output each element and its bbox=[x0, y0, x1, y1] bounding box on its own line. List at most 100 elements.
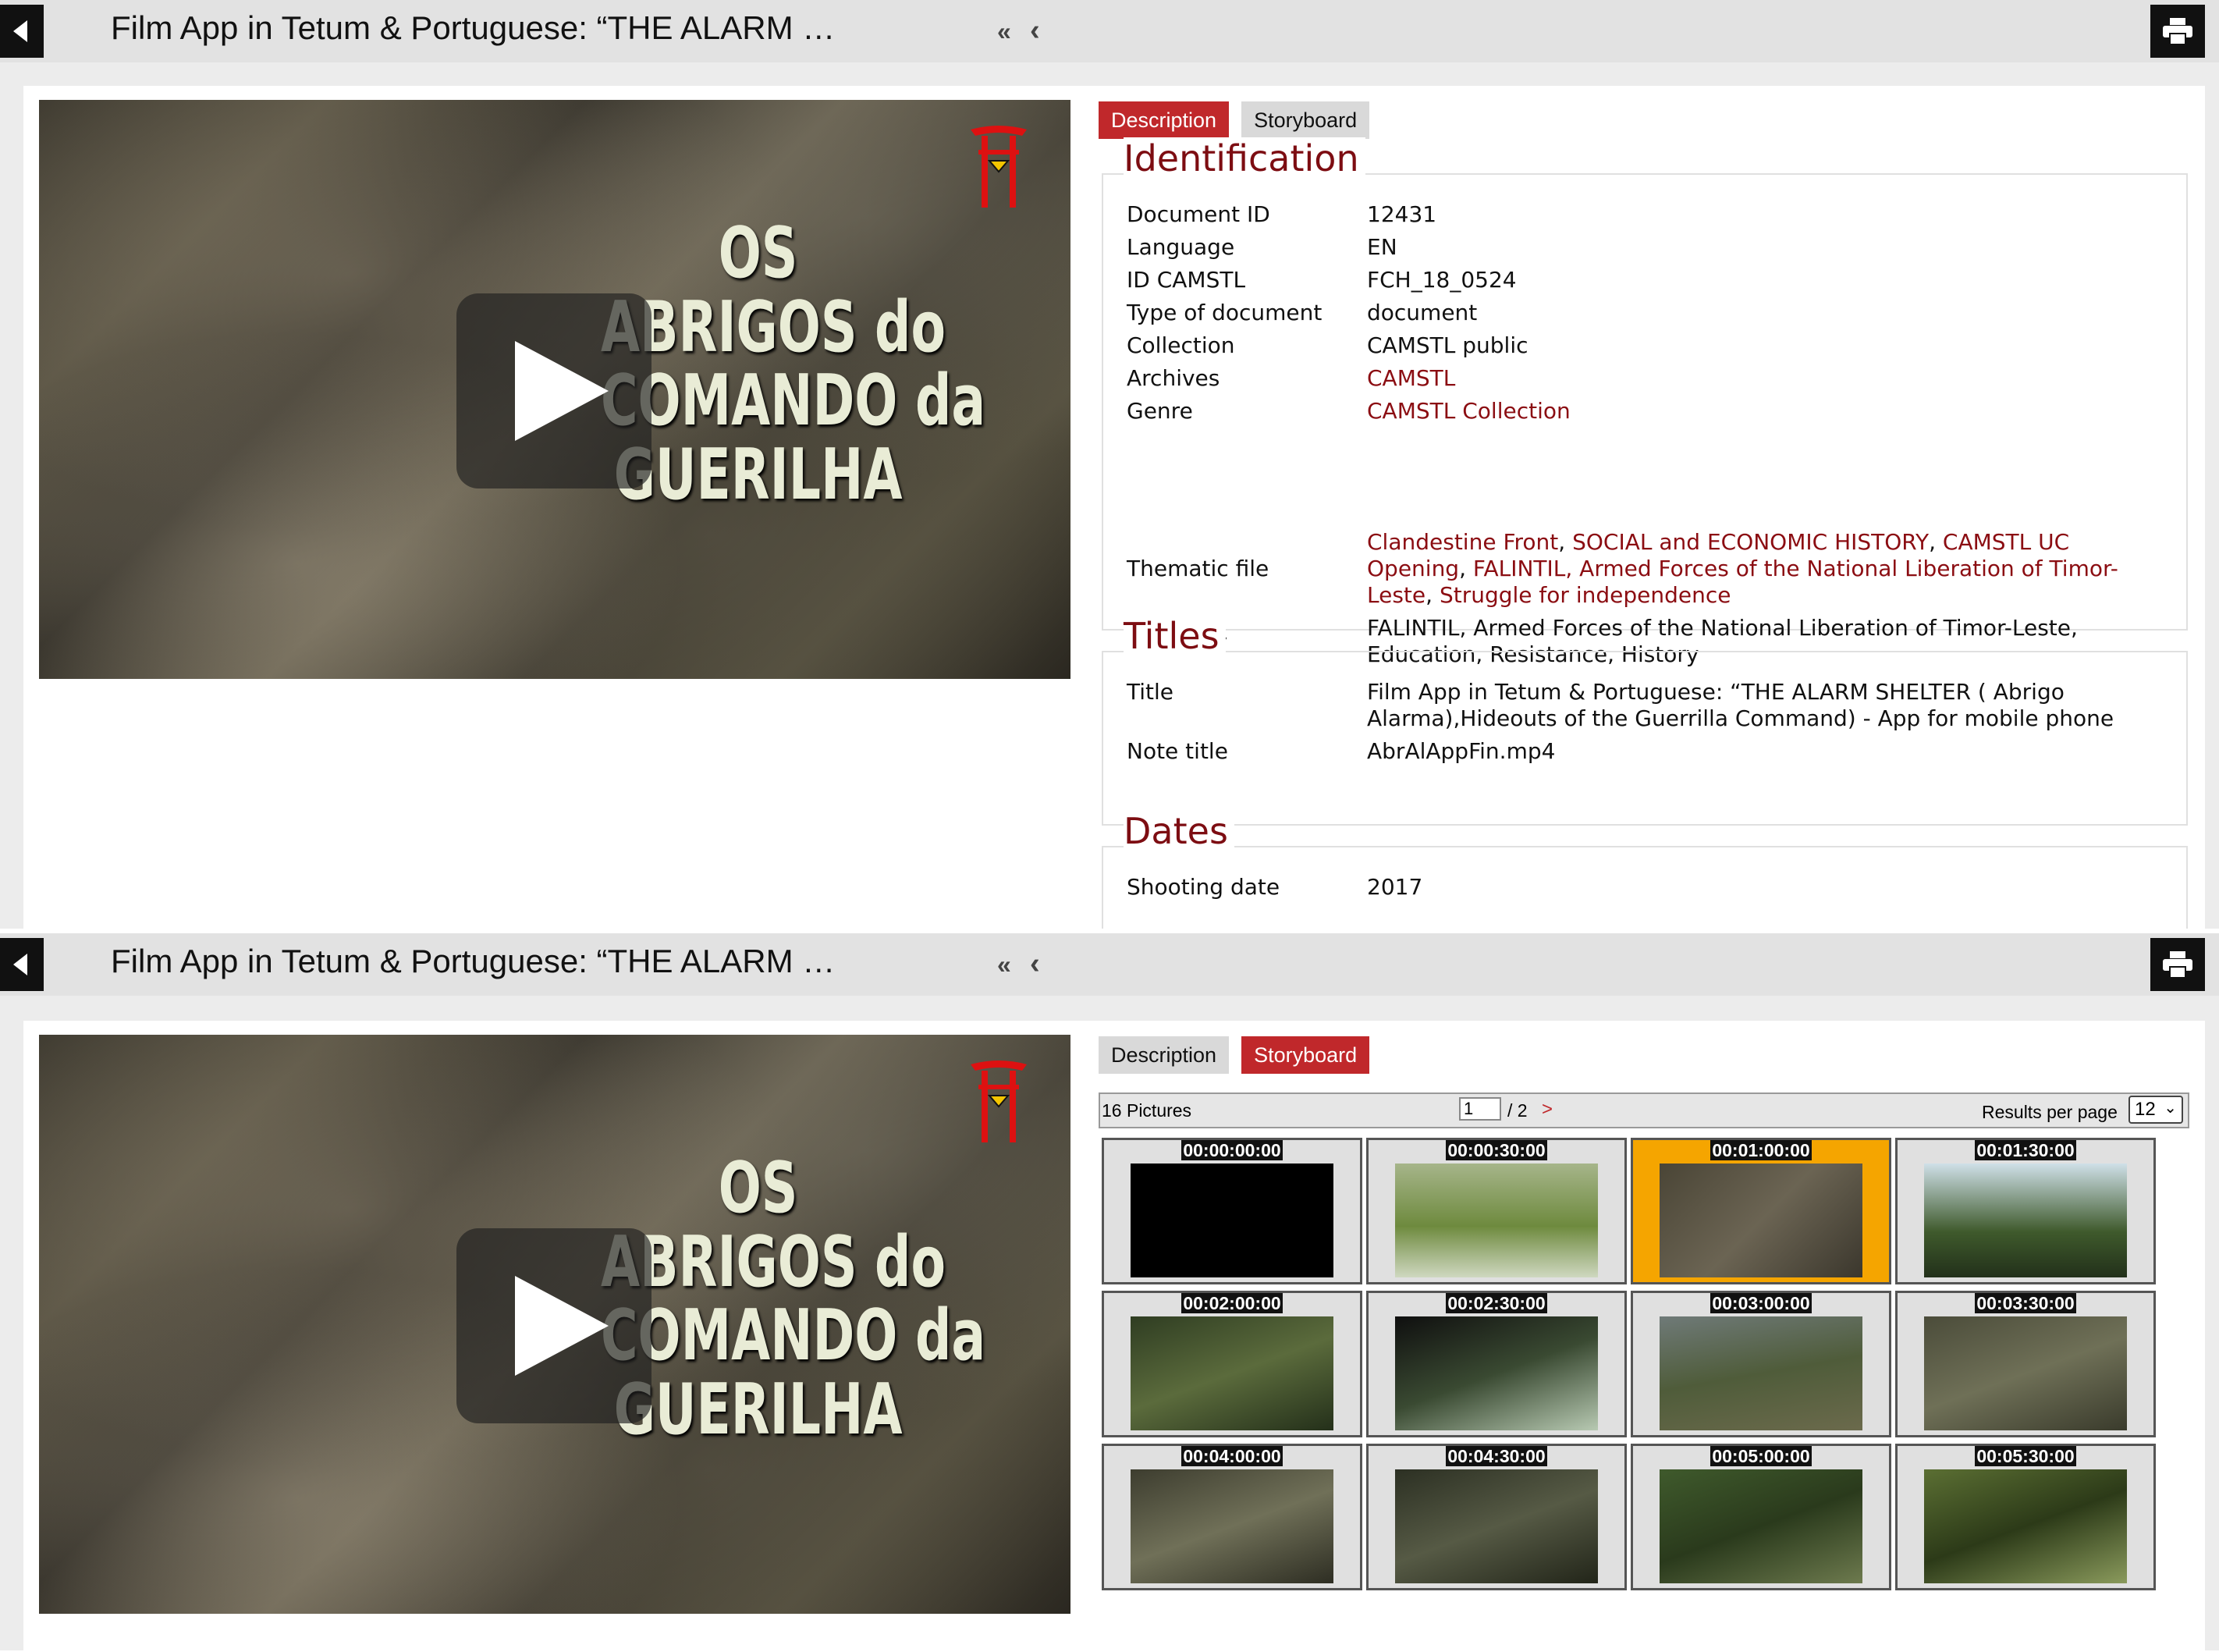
thumbnail-timecode: 00:03:30:00 bbox=[1975, 1293, 2076, 1313]
thematic-link[interactable]: Struggle for independence bbox=[1440, 582, 1731, 608]
field-label: Note title bbox=[1127, 738, 1228, 764]
video-player[interactable]: OS ABRIGOS do COMANDO da GUERILHA bbox=[39, 1035, 1070, 1614]
dates-section: Dates Shooting date 2017 bbox=[1102, 810, 2188, 932]
thumbnail-timecode-bar: 00:05:00:00 bbox=[1633, 1446, 1889, 1467]
play-button[interactable] bbox=[456, 293, 651, 488]
thumbnail-timecode-bar: 00:01:30:00 bbox=[1898, 1140, 2153, 1161]
section-heading: Dates bbox=[1124, 810, 1234, 852]
thumbnail-timecode: 00:02:00:00 bbox=[1181, 1293, 1283, 1313]
tab-bar: Description Storyboard bbox=[1099, 1036, 1382, 1074]
storyboard-thumbnail[interactable]: 00:00:30:00 bbox=[1366, 1138, 1627, 1284]
thumbnail-image bbox=[1660, 1164, 1862, 1277]
thematic-link[interactable]: SOCIAL and ECONOMIC HISTORY bbox=[1572, 529, 1929, 555]
field-label: Archives bbox=[1127, 365, 1220, 391]
titles-section: Titles Title Film App in Tetum & Portugu… bbox=[1102, 615, 2188, 826]
print-button[interactable] bbox=[2150, 938, 2205, 991]
field-link[interactable]: CAMSTL Collection bbox=[1367, 398, 2163, 425]
field-value: Clandestine Front, SOCIAL and ECONOMIC H… bbox=[1367, 529, 2118, 608]
header-bar: Film App in Tetum & Portuguese: “THE ALA… bbox=[0, 0, 2219, 62]
first-record-button[interactable]: « bbox=[997, 17, 1011, 46]
page-number-input[interactable]: 1 bbox=[1459, 1097, 1501, 1121]
thumbnail-timecode: 00:05:00:00 bbox=[1710, 1446, 1812, 1466]
storyboard-thumbnail[interactable]: 00:05:00:00 bbox=[1631, 1444, 1891, 1590]
thumbnail-image bbox=[1924, 1469, 2127, 1583]
field-label: Type of document bbox=[1127, 300, 1323, 325]
storyboard-thumbnail[interactable]: 00:05:30:00 bbox=[1895, 1444, 2156, 1590]
chevron-down-icon: ⌄ bbox=[2164, 1100, 2177, 1117]
description-view-panel: Film App in Tetum & Portuguese: “THE ALA… bbox=[0, 0, 2219, 932]
tab-storyboard[interactable]: Storyboard bbox=[1241, 101, 1370, 139]
field-value: 12431 bbox=[1367, 201, 1437, 227]
thumbnail-image bbox=[1660, 1316, 1862, 1430]
content-area: OS ABRIGOS do COMANDO da GUERILHA Descri… bbox=[23, 86, 2205, 932]
results-per-page-select[interactable]: 12 ⌄ bbox=[2128, 1096, 2183, 1124]
field-label: Document ID bbox=[1127, 201, 1270, 227]
thumbnail-timecode-bar: 00:00:00:00 bbox=[1104, 1140, 1360, 1161]
storyboard-thumbnail[interactable]: 00:04:30:00 bbox=[1366, 1444, 1627, 1590]
page-title: Film App in Tetum & Portuguese: “THE ALA… bbox=[111, 943, 836, 979]
section-heading: Titles bbox=[1124, 615, 1226, 657]
back-button[interactable] bbox=[0, 5, 44, 58]
video-title-line: OS bbox=[718, 212, 798, 294]
thumbnail-timecode-bar: 00:01:00:00 bbox=[1633, 1140, 1889, 1161]
storyboard-thumbnail[interactable]: 00:02:30:00 bbox=[1366, 1291, 1627, 1437]
print-icon bbox=[2163, 18, 2192, 44]
storyboard-thumbnail[interactable]: 00:01:00:00 bbox=[1631, 1138, 1891, 1284]
field-value: FCH_18_0524 bbox=[1367, 267, 1517, 293]
video-title-line: OS bbox=[718, 1147, 798, 1229]
previous-record-button[interactable]: ‹ bbox=[1030, 947, 1040, 981]
thumbnail-timecode-bar: 00:03:00:00 bbox=[1633, 1293, 1889, 1314]
back-icon bbox=[13, 20, 27, 42]
thumbnail-timecode: 00:02:30:00 bbox=[1446, 1293, 1547, 1313]
storyboard-thumbnail[interactable]: 00:03:30:00 bbox=[1895, 1291, 2156, 1437]
storyboard-thumbnail[interactable]: 00:03:00:00 bbox=[1631, 1291, 1891, 1437]
tab-storyboard[interactable]: Storyboard bbox=[1241, 1036, 1370, 1074]
storyboard-thumbnail[interactable]: 00:02:00:00 bbox=[1102, 1291, 1362, 1437]
thumbnail-timecode-bar: 00:05:30:00 bbox=[1898, 1446, 2153, 1467]
storyboard-thumbnail[interactable]: 00:00:00:00 bbox=[1102, 1138, 1362, 1284]
thumbnail-timecode: 00:01:00:00 bbox=[1710, 1140, 1812, 1160]
thumbnail-timecode: 00:04:00:00 bbox=[1181, 1446, 1283, 1466]
thumbnail-image bbox=[1924, 1316, 2127, 1430]
field-value: CAMSTL public bbox=[1367, 332, 1528, 358]
tab-bar: Description Storyboard bbox=[1099, 101, 1382, 139]
thumbnail-timecode-bar: 00:02:30:00 bbox=[1369, 1293, 1624, 1314]
field-label: Shooting date bbox=[1127, 874, 1280, 900]
thumbnail-timecode-bar: 00:02:00:00 bbox=[1104, 1293, 1360, 1314]
play-button[interactable] bbox=[456, 1228, 651, 1423]
first-record-button[interactable]: « bbox=[997, 950, 1011, 979]
tab-description[interactable]: Description bbox=[1099, 101, 1230, 139]
print-button[interactable] bbox=[2150, 5, 2205, 58]
section-heading: Identification bbox=[1124, 137, 1365, 179]
storyboard-thumbnail[interactable]: 00:04:00:00 bbox=[1102, 1444, 1362, 1590]
results-per-page-value: 12 bbox=[2135, 1099, 2156, 1120]
header-bar: Film App in Tetum & Portuguese: “THE ALA… bbox=[0, 933, 2219, 996]
thumbnail-timecode-bar: 00:04:30:00 bbox=[1369, 1446, 1624, 1467]
thumbnail-timecode: 00:04:30:00 bbox=[1446, 1446, 1547, 1466]
play-icon bbox=[515, 1276, 609, 1376]
storyboard-thumbnail[interactable]: 00:01:30:00 bbox=[1895, 1138, 2156, 1284]
field-label: Collection bbox=[1127, 332, 1235, 358]
section-border bbox=[1103, 846, 2186, 847]
field-value: document bbox=[1367, 300, 1478, 325]
previous-record-button[interactable]: ‹ bbox=[1030, 14, 1040, 48]
page-title: Film App in Tetum & Portuguese: “THE ALA… bbox=[111, 9, 836, 46]
field-label: Language bbox=[1127, 234, 1235, 260]
results-per-page-label: Results per page bbox=[1982, 1102, 2118, 1122]
field-link[interactable]: CAMSTL bbox=[1367, 365, 2163, 392]
tab-description[interactable]: Description bbox=[1099, 1036, 1230, 1074]
print-icon bbox=[2163, 951, 2192, 978]
thumbnail-timecode: 00:05:30:00 bbox=[1975, 1446, 2076, 1466]
back-button[interactable] bbox=[0, 938, 44, 991]
thumbnail-timecode: 00:01:30:00 bbox=[1975, 1140, 2076, 1160]
identification-section: Identification Document ID 12431 Language E… bbox=[1102, 137, 2188, 667]
back-icon bbox=[13, 954, 27, 975]
thumbnail-timecode-bar: 00:04:00:00 bbox=[1104, 1446, 1360, 1467]
next-page-button[interactable]: > bbox=[1542, 1099, 1553, 1121]
field-value: Film App in Tetum & Portuguese: “THE ALA… bbox=[1367, 679, 2114, 731]
thematic-link[interactable]: Clandestine Front bbox=[1367, 529, 1558, 555]
storyboard-view-panel: Film App in Tetum & Portuguese: “THE ALA… bbox=[0, 933, 2219, 1652]
thumbnail-image bbox=[1131, 1316, 1333, 1430]
storyboard-toolbar: 16 Pictures 1 / 2 > Results per page 12 ⌄ bbox=[1099, 1092, 2189, 1128]
video-player[interactable]: OS ABRIGOS do COMANDO da GUERILHA bbox=[39, 100, 1070, 679]
